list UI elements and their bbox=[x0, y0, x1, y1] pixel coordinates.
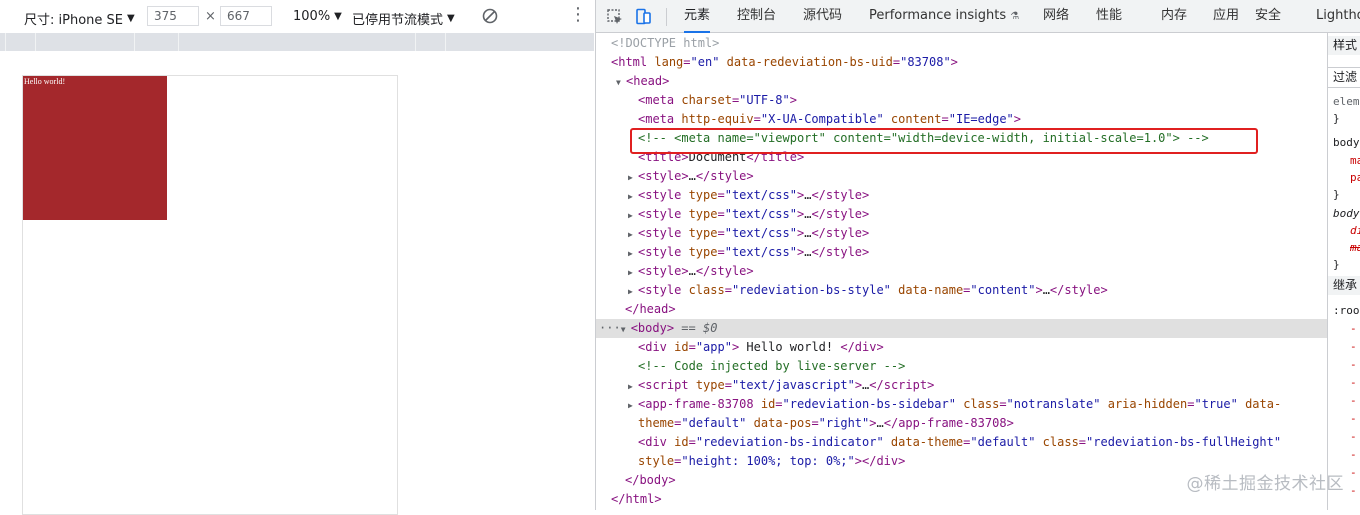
device-select-label: 尺寸: iPhone SE bbox=[24, 13, 123, 28]
css-var-line: - bbox=[1350, 358, 1357, 371]
dom-style-collapsed[interactable]: ▶ <style>…</style> bbox=[596, 262, 1359, 281]
css-var-line: - bbox=[1350, 394, 1357, 407]
dom-style-css[interactable]: ▶ <style type="text/css">…</style> bbox=[596, 205, 1359, 224]
expand-triangle-icon: ▼ bbox=[620, 325, 626, 334]
experiment-flask-icon: ⚗ bbox=[1010, 11, 1020, 22]
tab-memory[interactable]: 内存 bbox=[1161, 0, 1187, 32]
dom-style-collapsed[interactable]: ▶ <style>…</style> bbox=[596, 167, 1359, 186]
css-var-line: - bbox=[1350, 412, 1357, 425]
expand-triangle-icon: ▼ bbox=[616, 78, 621, 87]
dom-head-open[interactable]: ▼ <head> bbox=[596, 72, 1347, 91]
device-toolbar-icon[interactable] bbox=[634, 8, 652, 26]
devtools-tab-bar: 元素 控制台 源代码 Performance insights ⚗ 网络 性能 … bbox=[596, 0, 1360, 33]
rule-close-brace: } bbox=[1333, 188, 1340, 201]
chevron-down-icon: ▼ bbox=[127, 13, 135, 24]
css-var-line: - bbox=[1350, 376, 1357, 389]
tab-performance-insights-label: Performance insights bbox=[869, 8, 1007, 23]
collapse-triangle-icon: ▶ bbox=[628, 268, 633, 277]
inspect-element-icon[interactable] bbox=[606, 8, 624, 26]
tab-network[interactable]: 网络 bbox=[1043, 0, 1069, 32]
media-query-ruler[interactable] bbox=[0, 33, 594, 51]
width-input[interactable]: 375 bbox=[147, 6, 199, 26]
tab-application[interactable]: 应用 bbox=[1213, 0, 1239, 32]
toolbar-divider bbox=[666, 8, 667, 26]
tab-performance[interactable]: 性能 bbox=[1096, 0, 1122, 32]
collapse-triangle-icon: ▶ bbox=[628, 173, 633, 182]
dom-live-server-comment[interactable]: <!-- Code injected by live-server --> bbox=[596, 357, 1360, 376]
css-var-line: - bbox=[1350, 448, 1357, 461]
tab-sources[interactable]: 源代码 bbox=[803, 0, 842, 32]
rule-close-brace: } bbox=[1333, 258, 1340, 271]
collapse-triangle-icon: ▶ bbox=[628, 287, 633, 296]
dom-script[interactable]: ▶ <script type="text/javascript">…</scrip… bbox=[596, 376, 1359, 395]
tab-lighthouse[interactable]: Lightho bbox=[1316, 0, 1360, 32]
css-var-line: - bbox=[1350, 340, 1357, 353]
dom-app-frame-cont[interactable]: theme="default" data-pos="right">…</app-… bbox=[596, 414, 1360, 433]
rule-close-brace: } bbox=[1333, 112, 1340, 125]
dom-style-css[interactable]: ▶ <style type="text/css">…</style> bbox=[596, 243, 1359, 262]
tab-security[interactable]: 安全 bbox=[1255, 0, 1281, 32]
tab-performance-insights[interactable]: Performance insights ⚗ bbox=[869, 0, 1019, 32]
devtools-panel: 元素 控制台 源代码 Performance insights ⚗ 网络 性能 … bbox=[595, 0, 1360, 510]
chevron-down-icon: ▼ bbox=[334, 11, 342, 22]
collapse-triangle-icon: ▶ bbox=[628, 230, 633, 239]
body-rule-selector: body bbox=[1333, 136, 1360, 149]
dom-style-css[interactable]: ▶ <style type="text/css">…</style> bbox=[596, 186, 1359, 205]
root-rule-selector: :roo bbox=[1333, 304, 1360, 317]
throttle-label: 已停用节流模式 bbox=[352, 13, 444, 28]
device-viewport: Hello world! bbox=[22, 75, 398, 515]
dimension-separator: × bbox=[205, 9, 216, 24]
app-div: Hello world! bbox=[23, 76, 167, 220]
dom-app-frame[interactable]: ▶ <app-frame-83708 id="redeviation-bs-sid… bbox=[596, 395, 1359, 414]
collapse-triangle-icon: ▶ bbox=[628, 401, 633, 410]
dom-style-css[interactable]: ▶ <style type="text/css">…</style> bbox=[596, 224, 1359, 243]
height-input[interactable]: 667 bbox=[220, 6, 272, 26]
dom-meta-http-equiv[interactable]: <meta http-equiv="X-UA-Compatible" conte… bbox=[596, 110, 1360, 129]
device-select[interactable]: 尺寸: iPhone SE ▼ bbox=[24, 9, 135, 28]
annotation-highlight-box bbox=[630, 128, 1258, 154]
styles-tab[interactable]: 样式 bbox=[1328, 36, 1360, 55]
dom-body-open[interactable]: ···▼ <body> == $0 bbox=[596, 319, 1330, 338]
dom-meta-charset[interactable]: <meta charset="UTF-8"> bbox=[596, 91, 1360, 110]
dom-head-close[interactable]: </head> bbox=[596, 300, 1356, 319]
collapse-triangle-icon: ▶ bbox=[628, 249, 633, 258]
elements-tree: <!DOCTYPE html> <html lang="en" data-red… bbox=[596, 33, 1330, 510]
collapse-triangle-icon: ▶ bbox=[628, 382, 633, 391]
collapse-triangle-icon: ▶ bbox=[628, 192, 633, 201]
zoom-select[interactable]: 100% ▼ bbox=[293, 9, 342, 24]
dom-div-app[interactable]: <div id="app"> Hello world! </div> bbox=[596, 338, 1360, 357]
styles-filter[interactable]: 过滤 bbox=[1328, 67, 1360, 88]
collapse-triangle-icon: ▶ bbox=[628, 211, 633, 220]
css-var-line: - bbox=[1350, 322, 1357, 335]
device-toolbar: 尺寸: iPhone SE ▼ 375 × 667 100% ▼ 已停用节流模式… bbox=[0, 0, 594, 33]
tab-console[interactable]: 控制台 bbox=[737, 0, 776, 32]
dom-doctype[interactable]: <!DOCTYPE html> bbox=[596, 34, 1342, 53]
chevron-down-icon: ▼ bbox=[447, 13, 455, 24]
app-text: Hello world! bbox=[24, 77, 66, 86]
more-dots-icon: ··· bbox=[599, 321, 621, 335]
device-emulation-pane: 尺寸: iPhone SE ▼ 375 × 667 100% ▼ 已停用节流模式… bbox=[0, 0, 594, 515]
more-options-icon[interactable]: ⋮ bbox=[569, 6, 587, 24]
rotate-icon[interactable] bbox=[481, 7, 499, 25]
throttle-select[interactable]: 已停用节流模式 ▼ bbox=[352, 9, 455, 28]
inherited-header: 继承 bbox=[1328, 276, 1360, 295]
tab-elements[interactable]: 元素 bbox=[684, 0, 711, 33]
css-var-line: - bbox=[1350, 430, 1357, 443]
watermark: @稀土掘金技术社区 bbox=[1186, 474, 1344, 494]
styles-pane: 样式 过滤 elem } body ma pa } body di ma } 继… bbox=[1327, 33, 1360, 510]
zoom-label: 100% bbox=[293, 9, 331, 24]
dom-html-open[interactable]: <html lang="en" data-redeviation-bs-uid=… bbox=[596, 53, 1342, 72]
dom-indicator[interactable]: <div id="redeviation-bs-indicator" data-… bbox=[596, 433, 1360, 452]
dom-style-class[interactable]: ▶ <style class="redeviation-bs-style" dat… bbox=[596, 281, 1359, 300]
